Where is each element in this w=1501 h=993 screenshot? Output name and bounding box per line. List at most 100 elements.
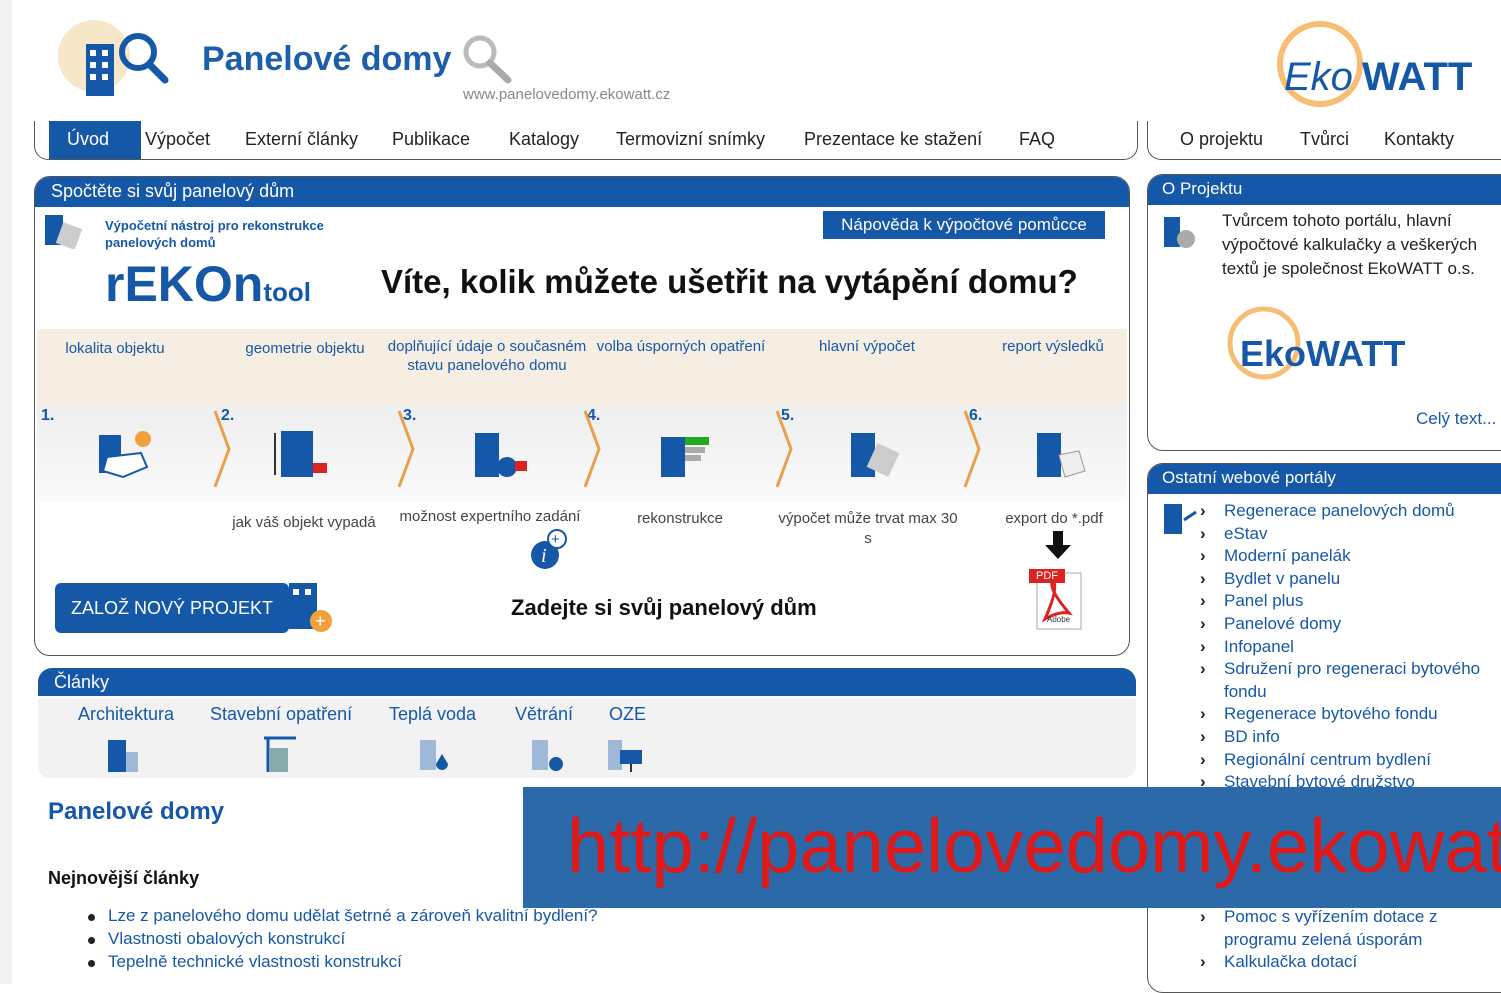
chevron-right-icon: [963, 410, 981, 488]
new-project-prompt: Zadejte si svůj panelový dům: [511, 595, 817, 620]
svg-text:i: i: [541, 545, 547, 567]
tool-description: Výpočetní nástroj pro rekonstrukce panel…: [105, 218, 324, 250]
step-6-note: export do *.pdf: [1005, 510, 1103, 527]
step-5-note: výpočet může trvat max 30 s: [778, 510, 958, 547]
left-gutter: [0, 0, 12, 984]
pdf-icon[interactable]: PDF Adobe: [1029, 567, 1082, 630]
step-2-label: geometrie objektu: [245, 340, 365, 357]
add-building-icon[interactable]: +: [287, 581, 335, 635]
nav-prezentace[interactable]: Prezentace ke stažení: [804, 129, 982, 150]
list-item[interactable]: Panel plus: [1200, 590, 1500, 613]
page-title: Panelové domy: [48, 798, 225, 825]
list-item[interactable]: Regenerace bytového fondu: [1200, 703, 1500, 726]
architecture-icon[interactable]: [102, 734, 142, 774]
step-1-number: 1.: [41, 407, 55, 424]
geometry-building-icon[interactable]: [271, 427, 331, 485]
nav-tvurci[interactable]: Tvůrci: [1300, 129, 1349, 150]
step-4-label: volba úsporných opatření: [596, 338, 766, 355]
list-item[interactable]: eStav: [1200, 523, 1500, 546]
step-3-label: doplňující údaje o současném stavu panel…: [387, 338, 587, 374]
location-building-icon[interactable]: [93, 427, 153, 485]
about-text: Tvůrcem tohoto portálu, hlavní výpočtové…: [1222, 211, 1478, 278]
portals-list: Regenerace panelových domů eStav Moderní…: [1200, 500, 1500, 794]
category-stavebni-opatreni[interactable]: Stavební opatření: [210, 704, 352, 725]
category-oze[interactable]: OZE: [609, 704, 646, 725]
construction-crane-icon[interactable]: [260, 734, 300, 774]
list-item[interactable]: Kalkulačka dotací: [1200, 951, 1500, 974]
list-item[interactable]: Moderní panelák: [1200, 545, 1500, 568]
calculator-icon: [45, 215, 83, 249]
svg-text:Eko: Eko: [1284, 55, 1353, 99]
pdf-label: PDF: [1029, 569, 1065, 583]
nav-katalogy[interactable]: Katalogy: [509, 129, 579, 150]
list-item[interactable]: BD info: [1200, 726, 1500, 749]
list-item[interactable]: Sdružení pro regeneraci bytového fondu: [1200, 658, 1500, 703]
list-item[interactable]: Bydlet v panelu: [1200, 568, 1500, 591]
hot-water-icon[interactable]: [416, 734, 456, 774]
calculator-panel: Spočtěte si svůj panelový dům Výpočetní …: [34, 176, 1130, 656]
list-item[interactable]: Infopanel: [1200, 636, 1500, 659]
portals-panel: Ostatní webové portály Regenerace panelo…: [1147, 463, 1501, 993]
step-2-note: jak váš objekt vypadá: [232, 514, 376, 531]
nav-termovizni-snimky[interactable]: Termovizní snímky: [616, 129, 765, 150]
chevron-right-icon: [583, 410, 601, 488]
portals-heading: Ostatní webové portály: [1148, 464, 1501, 494]
calculator-headline: Víte, kolik můžete ušetřit na vytápění d…: [381, 263, 1078, 300]
chevron-right-icon: [397, 410, 415, 488]
help-button[interactable]: Nápověda k výpočtové pomůcce: [823, 211, 1105, 239]
calculator-building-icon[interactable]: [845, 427, 905, 485]
newest-articles-heading: Nejnovější články: [48, 868, 200, 888]
list-item[interactable]: Pomoc s vyřízením dotace z programu zele…: [1200, 906, 1500, 951]
site-logo-icon[interactable]: [50, 14, 190, 109]
solar-panel-icon[interactable]: [604, 734, 644, 774]
category-vetrani[interactable]: Větrání: [515, 704, 573, 725]
chevron-right-icon: [775, 410, 793, 488]
url-banner: http://panelovedomy.ekowatt.cz: [523, 787, 1501, 908]
svg-text:+: +: [551, 531, 560, 548]
ekowatt-logo[interactable]: Eko WATT: [1272, 20, 1501, 115]
step-4-note: rekonstrukce: [637, 510, 723, 527]
rekontool-logo: rEKOntool: [105, 256, 312, 312]
list-item[interactable]: Tepelně technické vlastnosti konstrukcí: [88, 952, 598, 975]
new-project-button[interactable]: ZALOŽ NOVÝ PROJEKT: [55, 583, 289, 633]
info-building-icon: [1164, 217, 1195, 248]
step-6-label: report výsledků: [1002, 338, 1104, 355]
site-url: www.panelovedomy.ekowatt.cz: [463, 86, 671, 103]
category-tepla-voda[interactable]: Teplá voda: [389, 704, 476, 725]
main-nav: Úvod Výpočet Externí články Publikace Ka…: [34, 121, 1138, 160]
site-title[interactable]: Panelové domy: [202, 40, 451, 79]
nav-vypocet[interactable]: Výpočet: [145, 129, 210, 150]
list-item[interactable]: Panelové domy: [1200, 613, 1500, 636]
nav-o-projektu[interactable]: O projektu: [1180, 129, 1263, 150]
step-1-label: lokalita objektu: [65, 340, 165, 357]
info-plus-icon[interactable]: i +: [529, 529, 569, 571]
articles-heading: Články: [38, 668, 1136, 696]
nav-uvod[interactable]: Úvod: [49, 121, 141, 159]
energy-label-building-icon[interactable]: [655, 427, 715, 485]
newest-articles-list: Lze z panelového domu udělat šetrné a zá…: [88, 906, 598, 975]
ventilation-icon[interactable]: [528, 734, 568, 774]
step-3-note: možnost expertního zadání: [399, 508, 581, 525]
list-item[interactable]: Vlastnosti obalových konstrukcí: [88, 929, 598, 952]
list-item[interactable]: Lze z panelového domu udělat šetrné a zá…: [88, 906, 598, 929]
list-item[interactable]: Regionální centrum bydlení: [1200, 749, 1500, 772]
svg-text:+: +: [315, 611, 326, 631]
nav-faq[interactable]: FAQ: [1019, 129, 1055, 150]
share-building-icon: [1164, 504, 1197, 534]
list-item[interactable]: Regenerace panelových domů: [1200, 500, 1500, 523]
report-building-icon[interactable]: [1031, 427, 1091, 485]
nav-kontakty[interactable]: Kontakty: [1384, 129, 1454, 150]
nav-externi-clanky[interactable]: Externí články: [245, 129, 358, 150]
download-arrow-icon: [1045, 531, 1071, 559]
about-panel: O Projektu Tvůrcem tohoto portálu, hlavn…: [1147, 174, 1501, 451]
about-logo-text: EkoWATT: [1240, 333, 1406, 374]
url-banner-text: http://panelovedomy.ekowatt.cz: [567, 804, 1501, 889]
info-building-icon[interactable]: [467, 427, 527, 485]
nav-publikace[interactable]: Publikace: [392, 129, 470, 150]
category-architektura[interactable]: Architektura: [78, 704, 174, 725]
read-more-link[interactable]: Celý text...: [1416, 409, 1496, 429]
portals-list-bottom: Pomoc s vyřízením dotace z programu zele…: [1200, 906, 1500, 974]
calculator-heading: Spočtěte si svůj panelový dům: [35, 177, 1129, 207]
adobe-label: Adobe: [1047, 615, 1071, 624]
side-nav: O projektu Tvůrci Kontakty: [1147, 121, 1501, 160]
